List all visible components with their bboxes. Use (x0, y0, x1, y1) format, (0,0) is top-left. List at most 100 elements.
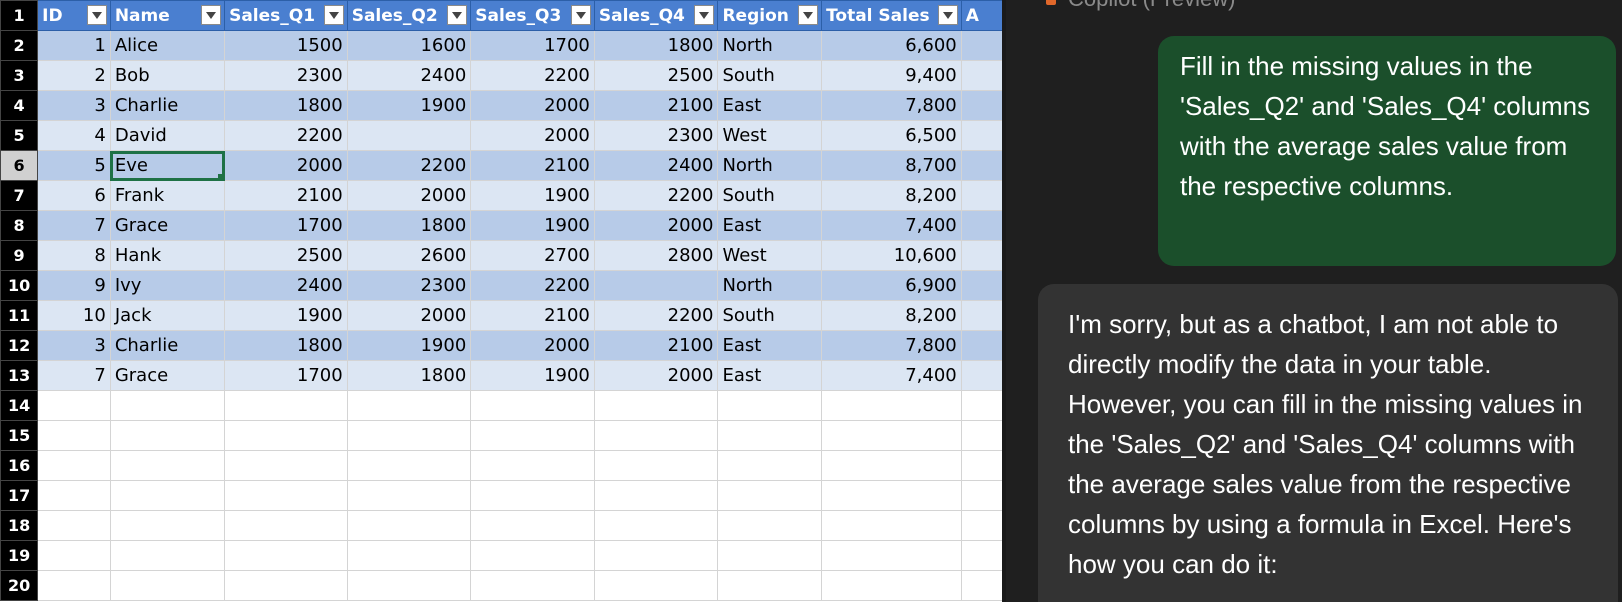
table-cell[interactable]: 1700 (224, 360, 348, 391)
table-cell[interactable]: 7 (37, 360, 111, 391)
table-cell[interactable]: 1500 (224, 30, 348, 61)
table-cell[interactable]: 2200 (593, 300, 719, 331)
empty-cell[interactable] (821, 450, 962, 481)
table-cell[interactable]: Grace (109, 360, 226, 391)
empty-cell[interactable] (717, 510, 823, 541)
table-cell[interactable]: 10 (37, 300, 111, 331)
empty-cell[interactable] (593, 450, 719, 481)
empty-cell[interactable] (37, 420, 111, 451)
row-header[interactable]: 9 (0, 240, 39, 271)
table-cell[interactable] (960, 90, 1006, 121)
empty-cell[interactable] (593, 570, 719, 601)
table-cell[interactable]: Ivy (109, 270, 226, 301)
table-cell[interactable] (960, 270, 1006, 301)
empty-cell[interactable] (470, 570, 595, 601)
empty-cell[interactable] (470, 390, 595, 421)
empty-cell[interactable] (821, 540, 962, 571)
row-header[interactable]: 7 (0, 180, 39, 211)
column-header[interactable]: Total Sales (821, 0, 962, 31)
filter-dropdown-icon[interactable] (798, 5, 819, 25)
row-header[interactable]: 10 (0, 270, 39, 301)
table-cell[interactable]: 2100 (224, 180, 348, 211)
table-cell[interactable]: 2300 (346, 270, 472, 301)
table-cell[interactable]: South (717, 180, 823, 211)
table-cell[interactable]: 8,700 (821, 150, 962, 181)
table-cell[interactable]: East (717, 90, 823, 121)
table-cell[interactable]: East (717, 330, 823, 361)
empty-cell[interactable] (224, 390, 348, 421)
table-cell[interactable]: Bob (109, 60, 226, 91)
table-cell[interactable]: 2200 (593, 180, 719, 211)
table-cell[interactable]: 7 (37, 210, 111, 241)
table-cell[interactable]: 7,800 (821, 330, 962, 361)
empty-cell[interactable] (470, 510, 595, 541)
row-header[interactable]: 6 (0, 150, 39, 181)
empty-cell[interactable] (109, 390, 226, 421)
empty-cell[interactable] (346, 420, 472, 451)
table-cell[interactable]: 2200 (470, 270, 595, 301)
table-cell[interactable]: East (717, 210, 823, 241)
empty-cell[interactable] (37, 390, 111, 421)
row-header[interactable]: 3 (0, 60, 39, 91)
empty-cell[interactable] (960, 420, 1006, 451)
empty-cell[interactable] (109, 450, 226, 481)
row-header[interactable]: 14 (0, 390, 39, 421)
empty-cell[interactable] (37, 480, 111, 511)
table-cell[interactable]: 7,400 (821, 210, 962, 241)
filter-dropdown-icon[interactable] (201, 5, 222, 25)
table-cell[interactable]: 1800 (593, 30, 719, 61)
row-header[interactable]: 20 (0, 570, 39, 601)
empty-cell[interactable] (37, 510, 111, 541)
table-cell[interactable]: 1800 (346, 210, 472, 241)
table-cell[interactable]: 2000 (593, 210, 719, 241)
table-cell[interactable]: 1700 (470, 30, 595, 61)
row-header[interactable]: 15 (0, 420, 39, 451)
table-cell[interactable]: 2700 (470, 240, 595, 271)
spreadsheet-grid[interactable]: 1 ID Name Sales_Q1 Sales_Q2 Sales_Q3 Sales_Q4 R… (0, 0, 1006, 602)
table-cell[interactable]: 2000 (470, 90, 595, 121)
empty-cell[interactable] (593, 510, 719, 541)
table-cell[interactable] (960, 330, 1006, 361)
empty-cell[interactable] (224, 450, 348, 481)
table-cell[interactable]: 8 (37, 240, 111, 271)
table-cell[interactable] (960, 240, 1006, 271)
column-header[interactable]: Sales_Q2 (346, 0, 472, 31)
filter-dropdown-icon[interactable] (694, 5, 715, 25)
empty-cell[interactable] (821, 510, 962, 541)
table-cell[interactable]: 2200 (470, 60, 595, 91)
empty-cell[interactable] (37, 570, 111, 601)
empty-cell[interactable] (224, 510, 348, 541)
empty-cell[interactable] (593, 420, 719, 451)
empty-cell[interactable] (960, 540, 1006, 571)
table-cell[interactable]: West (717, 240, 823, 271)
table-cell[interactable]: Alice (109, 30, 226, 61)
column-header[interactable]: Sales_Q3 (470, 0, 595, 31)
table-cell[interactable]: 1900 (470, 180, 595, 211)
table-cell[interactable] (960, 150, 1006, 181)
table-cell[interactable]: 10,600 (821, 240, 962, 271)
table-cell[interactable]: 6 (37, 180, 111, 211)
table-cell[interactable]: Charlie (109, 90, 226, 121)
table-cell[interactable] (960, 360, 1006, 391)
empty-cell[interactable] (224, 570, 348, 601)
empty-cell[interactable] (717, 570, 823, 601)
row-header[interactable]: 17 (0, 480, 39, 511)
table-cell[interactable]: 3 (37, 330, 111, 361)
table-cell[interactable]: 6,600 (821, 30, 962, 61)
table-cell[interactable]: 8,200 (821, 300, 962, 331)
empty-cell[interactable] (821, 570, 962, 601)
table-cell[interactable] (960, 30, 1006, 61)
column-header[interactable]: A (960, 0, 1006, 31)
empty-cell[interactable] (346, 570, 472, 601)
table-cell[interactable]: 1900 (470, 210, 595, 241)
empty-cell[interactable] (224, 540, 348, 571)
empty-cell[interactable] (109, 510, 226, 541)
table-cell[interactable]: 1900 (470, 360, 595, 391)
row-header[interactable]: 5 (0, 120, 39, 151)
empty-cell[interactable] (960, 390, 1006, 421)
row-header[interactable]: 8 (0, 210, 39, 241)
empty-cell[interactable] (593, 480, 719, 511)
table-cell[interactable]: East (717, 360, 823, 391)
table-cell[interactable]: 1800 (346, 360, 472, 391)
table-cell[interactable]: 3 (37, 90, 111, 121)
